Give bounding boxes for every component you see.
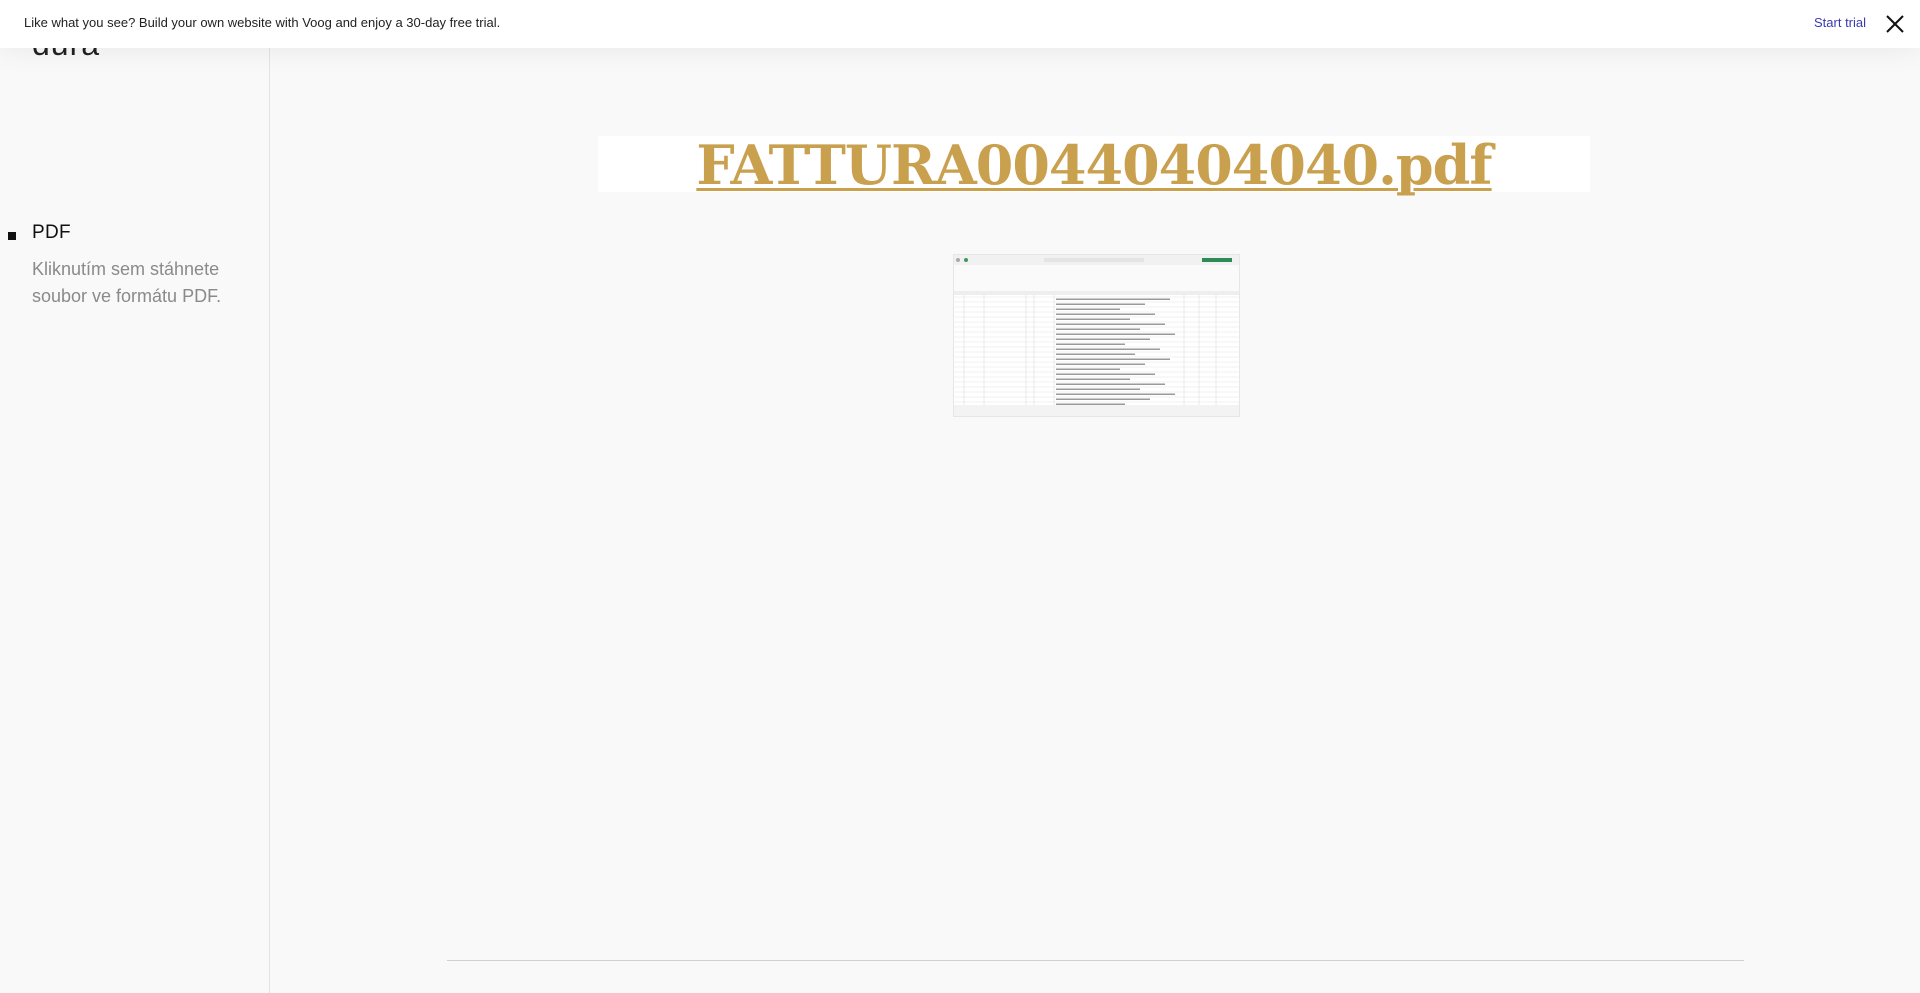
spreadsheet-thumbnail[interactable]	[953, 254, 1240, 417]
trial-banner-text: Like what you see? Build your own websit…	[24, 15, 501, 30]
page: dura PDF Kliknutím sem stáhnete soubor v…	[0, 0, 1920, 993]
start-trial-link[interactable]: Start trial	[1814, 15, 1866, 30]
pdf-download-description[interactable]: Kliknutím sem stáhnete soubor ve formátu…	[32, 256, 242, 310]
pdf-download-title[interactable]: PDF	[32, 222, 71, 244]
close-icon[interactable]	[1884, 13, 1906, 35]
document-title-box: FATTURA00440404040.pdf	[598, 133, 1590, 197]
bullet-icon	[8, 232, 16, 240]
document-download-link[interactable]: FATTURA00440404040.pdf	[696, 133, 1492, 197]
spreadsheet-thumbnail-graphic	[954, 255, 1239, 416]
trial-banner: Like what you see? Build your own websit…	[0, 0, 1920, 48]
footer-divider	[447, 960, 1744, 961]
main-content: FATTURA00440404040.pdf	[270, 0, 1920, 993]
sidebar: dura PDF Kliknutím sem stáhnete soubor v…	[0, 0, 270, 993]
